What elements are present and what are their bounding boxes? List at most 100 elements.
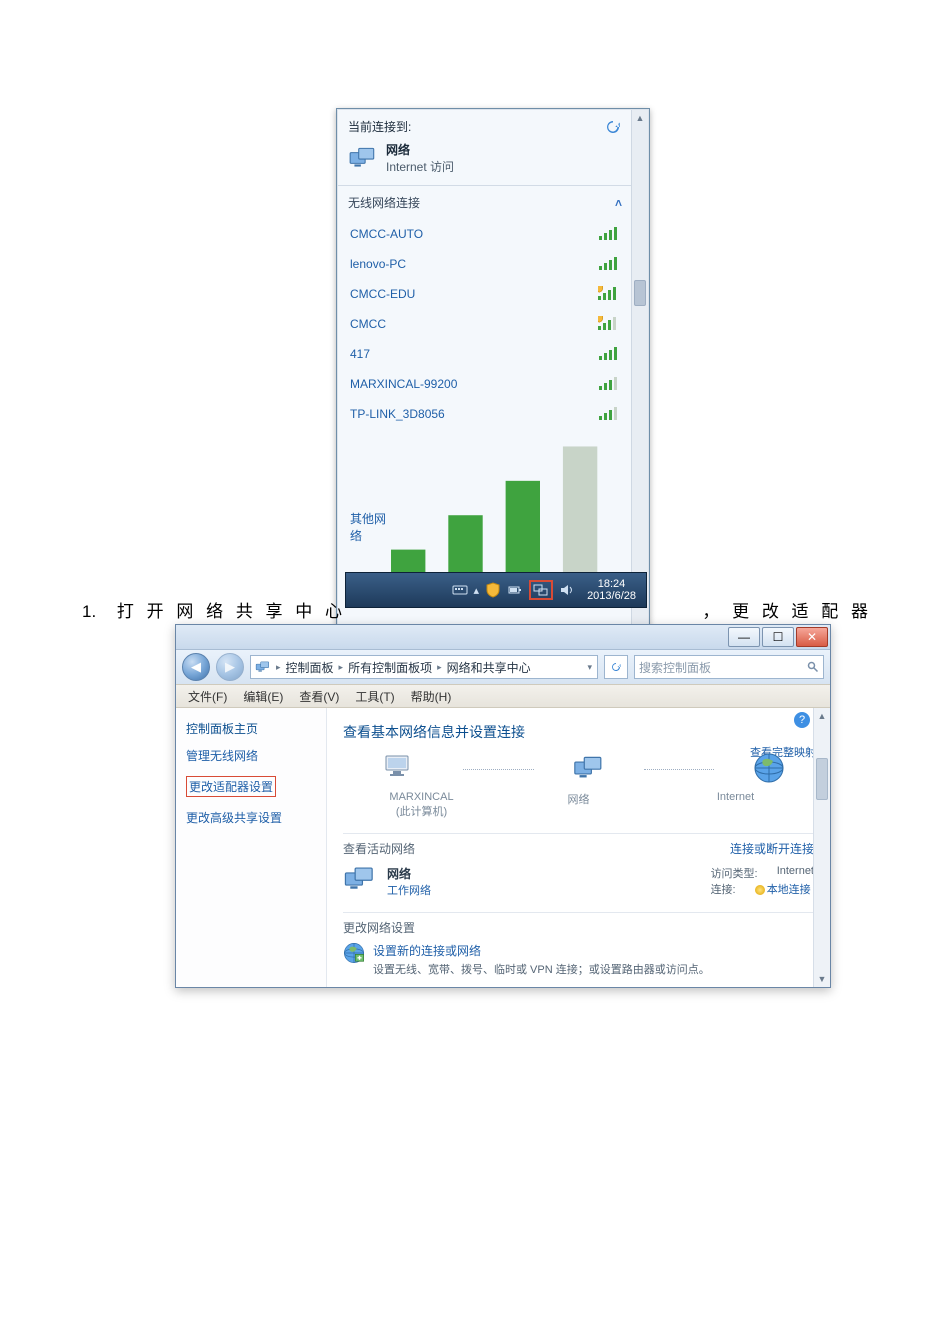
active-networks-heading: 查看活动网络 (343, 840, 415, 857)
internet-globe-icon (753, 752, 785, 784)
sidebar: 控制面板主页 管理无线网络 更改适配器设置 更改高级共享设置 (176, 708, 327, 987)
wifi-item[interactable]: TP-LINK_3D8056 (338, 399, 632, 429)
step-left-text: 打 开 网 络 共 享 中 心 (117, 602, 346, 621)
forward-button[interactable]: ▶ (216, 653, 244, 681)
crumb-segment[interactable]: 所有控制面板项 (348, 659, 432, 676)
refresh-icon (610, 661, 622, 673)
adapter-status-icon (755, 885, 765, 895)
battery-tray-icon[interactable] (507, 582, 523, 598)
step-1-text: 1. 打 开 网 络 共 享 中 心 ， 更 改 适 配 器 (82, 597, 902, 622)
wifi-item[interactable]: 417 (338, 339, 632, 369)
scroll-thumb[interactable] (634, 280, 646, 306)
access-type-key: 访问类型: (711, 865, 758, 881)
scroll-down-icon[interactable]: ▼ (814, 971, 830, 987)
wifi-name: CMCC-EDU (350, 287, 415, 301)
sidebar-link-change-adapter[interactable]: 更改适配器设置 (186, 776, 276, 797)
this-pc-icon (382, 752, 414, 784)
step-comma: ， (702, 602, 723, 621)
tray-up-icon[interactable]: ▴ (474, 584, 480, 597)
wifi-item[interactable]: MARXINCAL-99200 (338, 369, 632, 399)
wifi-item[interactable]: CMCC-EDU (338, 279, 632, 309)
setup-connection-desc: 设置无线、宽带、拨号、临时或 VPN 连接；或设置路由器或访问点。 (373, 961, 710, 977)
local-connection-link[interactable]: 本地连接 (767, 884, 811, 896)
search-icon (807, 661, 819, 673)
pc-sub-label: (此计算机) (367, 803, 477, 819)
breadcrumb[interactable]: ▸ 控制面板 ▸ 所有控制面板项 ▸ 网络和共享中心 ▾ (250, 655, 598, 679)
maximize-button[interactable]: ☐ (762, 627, 794, 647)
network-monitors-icon (348, 146, 378, 170)
menu-edit[interactable]: 编辑(E) (237, 688, 289, 705)
main-content: ? 查看基本网络信息并设置连接 查看完整映射 MARXINCAL (327, 708, 830, 987)
window-titlebar[interactable]: — ☐ ✕ (176, 625, 830, 650)
pc-name-label: MARXINCAL (367, 791, 477, 803)
sidebar-link-advanced-sharing[interactable]: 更改高级共享设置 (186, 809, 316, 826)
shield-tray-icon[interactable] (485, 582, 501, 598)
scroll-thumb[interactable] (816, 758, 828, 800)
current-net-sub: Internet 访问 (386, 158, 454, 175)
crumb-segment[interactable]: 网络和共享中心 (447, 659, 531, 676)
wifi-item[interactable]: lenovo-PC (338, 249, 632, 279)
wifi-name: 417 (350, 347, 370, 361)
refresh-button[interactable] (604, 655, 628, 679)
wifi-item[interactable]: CMCC (338, 309, 632, 339)
wifi-signal-secured-icon (598, 316, 620, 332)
setup-connection-icon (343, 942, 365, 964)
control-panel-window: — ☐ ✕ ◀ ▶ ▸ 控制面板 ▸ 所有控制面板项 ▸ 网络和共享中心 ▾ 搜… (175, 624, 831, 988)
wireless-section-header[interactable]: 无线网络连接 ˄ (338, 186, 632, 219)
sidebar-home[interactable]: 控制面板主页 (186, 720, 316, 737)
scroll-up-icon[interactable]: ▲ (814, 708, 830, 724)
sidebar-link-manage-wireless[interactable]: 管理无线网络 (186, 747, 316, 764)
menu-file[interactable]: 文件(F) (182, 688, 233, 705)
main-title: 查看基本网络信息并设置连接 (343, 722, 814, 742)
current-connection: 网络 Internet 访问 (348, 141, 454, 175)
scroll-up-icon[interactable]: ▲ (632, 110, 648, 126)
active-network-type[interactable]: 工作网络 (387, 885, 431, 897)
dropdown-icon[interactable]: ▾ (587, 662, 592, 673)
minimize-button[interactable]: — (728, 627, 760, 647)
crumb-segment[interactable]: 控制面板 (286, 659, 334, 676)
wifi-signal-icon (598, 226, 620, 242)
back-button[interactable]: ◀ (182, 653, 210, 681)
refresh-icon[interactable] (604, 118, 622, 136)
network-node-label: 网络 (524, 791, 634, 819)
access-type-value: Internet (777, 865, 814, 881)
menu-help[interactable]: 帮助(H) (405, 688, 458, 705)
wifi-name: TP-LINK_3D8056 (350, 407, 445, 421)
active-network-icon (343, 865, 377, 893)
wifi-signal-secured-icon (598, 286, 620, 302)
search-placeholder: 搜索控制面板 (639, 659, 711, 676)
flyout-header: 当前连接到: 网络 Internet 访问 (338, 110, 632, 179)
network-node-icon (572, 755, 606, 781)
help-icon[interactable]: ? (794, 712, 810, 728)
wireless-network-list: CMCC-AUTO lenovo-PC CMCC-EDU CMCC (338, 219, 632, 429)
wifi-signal-icon (598, 346, 620, 362)
flyout-title: 当前连接到: (348, 118, 454, 135)
menu-tools[interactable]: 工具(T) (349, 688, 400, 705)
active-network-name: 网络 (387, 865, 701, 882)
wifi-name: MARXINCAL-99200 (350, 377, 457, 391)
step-right-text: 更 改 适 配 器 (732, 602, 872, 621)
setup-connection-title: 设置新的连接或网络 (373, 942, 710, 959)
internet-node-label: Internet (681, 791, 791, 819)
close-button[interactable]: ✕ (796, 627, 828, 647)
keyboard-tray-icon[interactable] (452, 582, 468, 598)
setup-new-connection-row[interactable]: 设置新的连接或网络 设置无线、宽带、拨号、临时或 VPN 连接；或设置路由器或访… (343, 942, 814, 977)
content-scrollbar[interactable]: ▲ ▼ (813, 708, 830, 987)
wifi-item[interactable]: CMCC-AUTO (338, 219, 632, 249)
menubar: 文件(F) 编辑(E) 查看(V) 工具(T) 帮助(H) (176, 684, 830, 708)
navigation-bar: ◀ ▶ ▸ 控制面板 ▸ 所有控制面板项 ▸ 网络和共享中心 ▾ 搜索控制面板 (176, 650, 830, 684)
volume-tray-icon[interactable] (559, 582, 575, 598)
change-settings-heading: 更改网络设置 (343, 912, 814, 936)
wifi-name: CMCC (350, 317, 386, 331)
menu-view[interactable]: 查看(V) (293, 688, 345, 705)
connect-disconnect-link[interactable]: 连接或断开连接 (730, 840, 814, 857)
clock-time: 18:24 (598, 578, 626, 590)
step-number: 1. (82, 602, 96, 621)
wifi-signal-icon (598, 256, 620, 272)
wifi-signal-icon (598, 406, 620, 422)
wifi-name: CMCC-AUTO (350, 227, 423, 241)
current-net-name: 网络 (386, 141, 454, 158)
search-input[interactable]: 搜索控制面板 (634, 655, 824, 679)
collapse-icon: ˄ (615, 196, 622, 210)
network-map (343, 752, 814, 787)
